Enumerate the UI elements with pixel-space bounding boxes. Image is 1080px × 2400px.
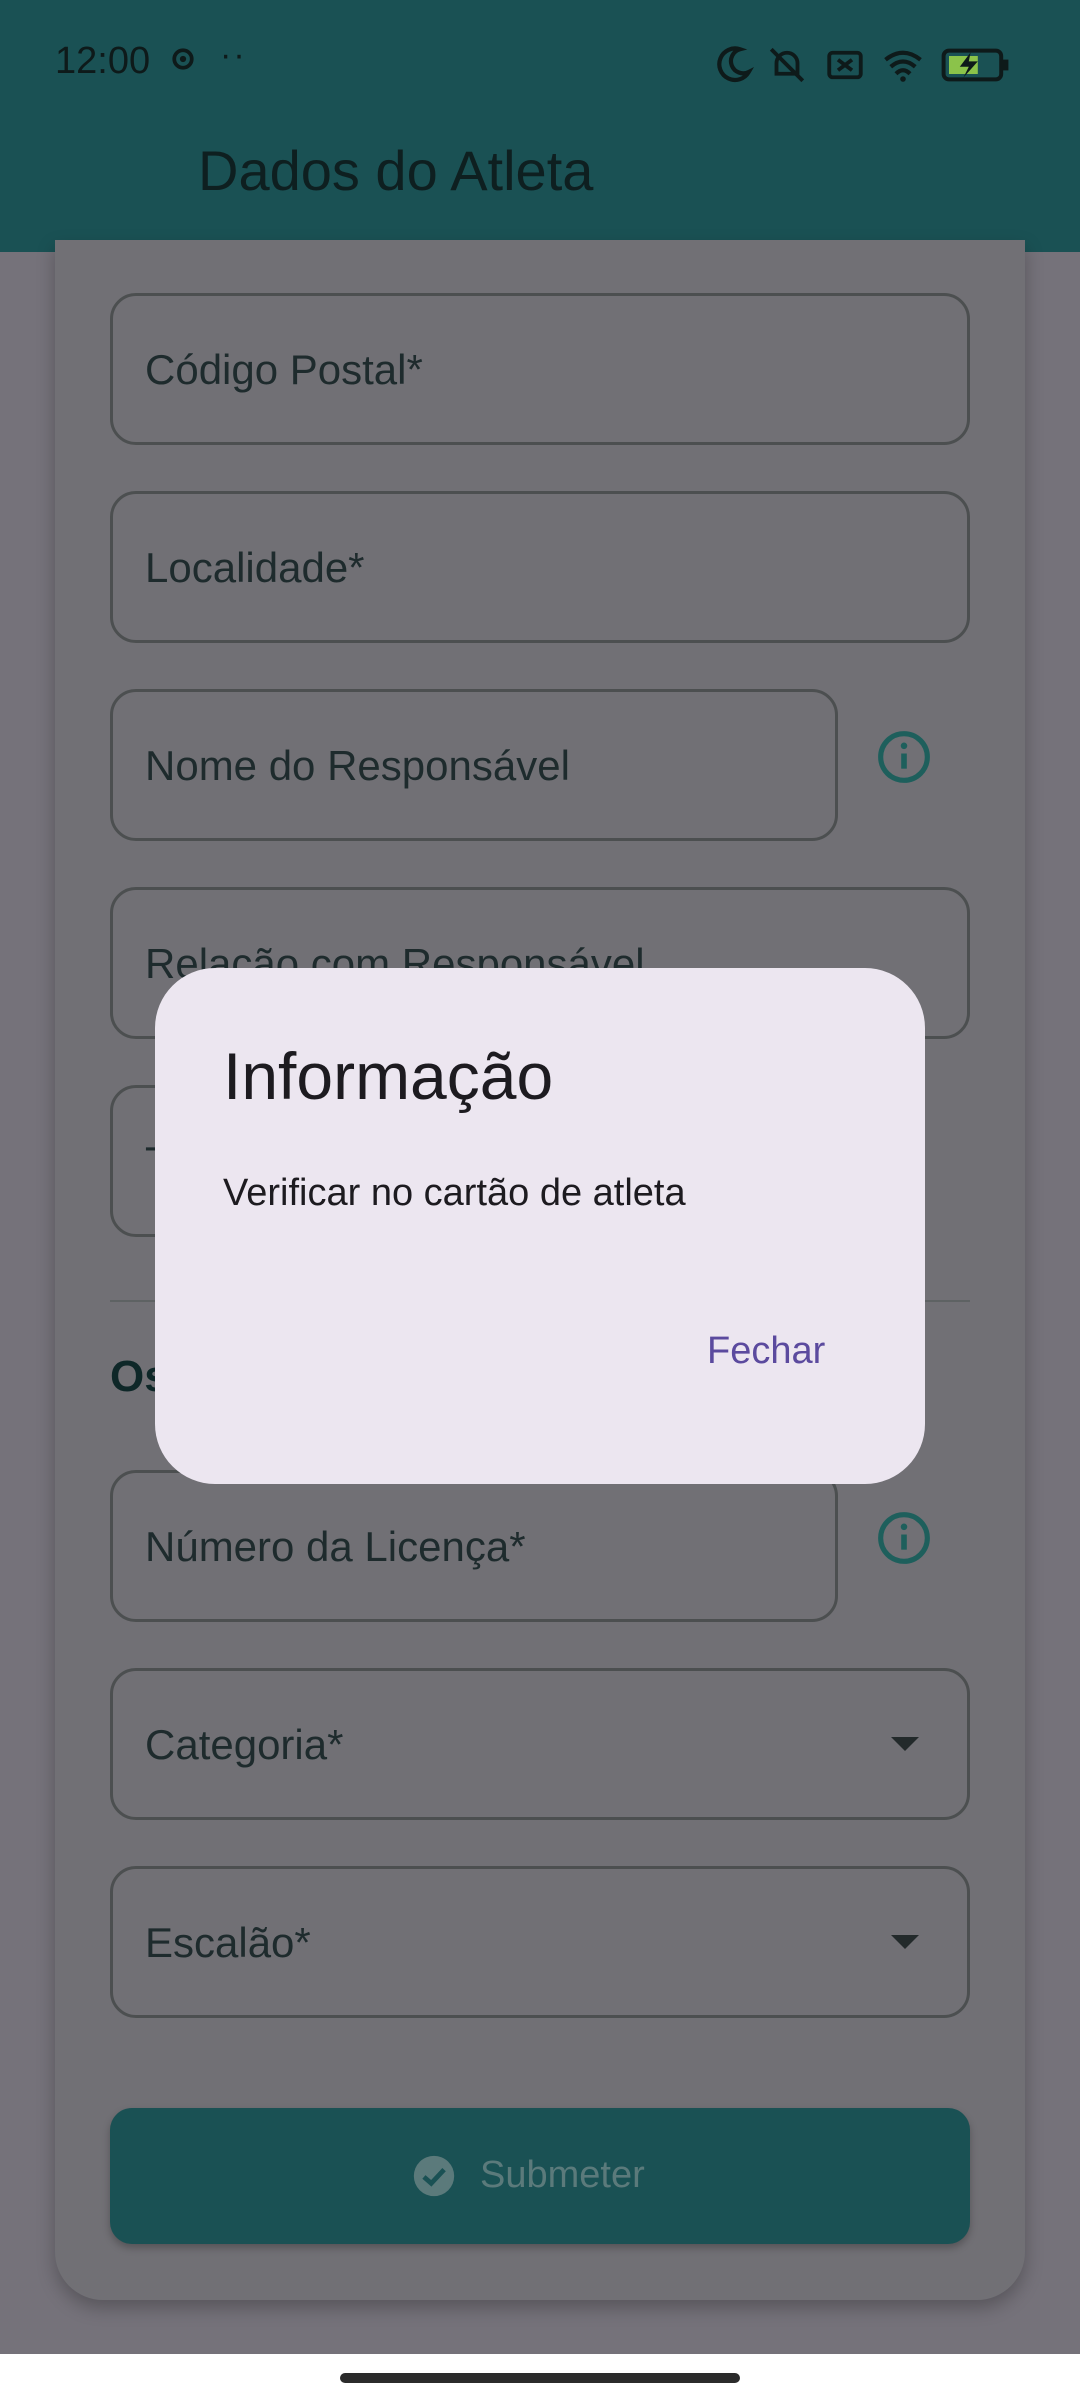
battery-charging-icon — [941, 48, 1009, 82]
status-bar: 12:00 ·· — [0, 0, 1080, 130]
locality-field[interactable]: Localidade* — [110, 491, 970, 643]
category-select[interactable]: Categoria* — [110, 1668, 970, 1820]
tier-label: Escalão* — [145, 1919, 311, 1966]
status-time: 12:00 — [55, 40, 151, 82]
info-icon[interactable] — [876, 729, 932, 785]
close-dialog-button[interactable]: Fechar — [707, 1330, 825, 1373]
category-label: Categoria* — [145, 1721, 344, 1768]
dialog-title: Informação — [223, 1039, 554, 1113]
dialog-message: Verificar no cartão de atleta — [223, 1172, 686, 1214]
moon-icon — [717, 46, 754, 83]
info-dialog: Informação Verificar no cartão de atleta… — [155, 968, 925, 1484]
submit-button[interactable]: Submeter — [110, 2108, 970, 2244]
guardian-name-label: Nome do Responsável — [145, 742, 570, 789]
bell-off-icon — [769, 47, 805, 83]
home-gesture-handle[interactable] — [340, 2373, 740, 2383]
guardian-name-field[interactable]: Nome do Responsável — [110, 689, 838, 841]
postal-code-label: Código Postal* — [145, 346, 423, 393]
no-sim-icon — [827, 50, 863, 80]
page-title: Dados do Atleta — [198, 139, 594, 202]
info-icon[interactable] — [876, 1510, 932, 1566]
license-number-label: Número da Licença* — [145, 1523, 526, 1570]
locality-label: Localidade* — [145, 544, 365, 591]
tier-select[interactable]: Escalão* — [110, 1866, 970, 2018]
status-dots: ·· — [220, 36, 247, 74]
check-circle-icon — [413, 2155, 455, 2197]
chevron-down-icon — [891, 1737, 919, 1751]
wifi-icon — [884, 50, 922, 82]
chevron-down-icon — [891, 1935, 919, 1949]
license-number-field[interactable]: Número da Licença* — [110, 1470, 838, 1622]
postal-code-field[interactable]: Código Postal* — [110, 293, 970, 445]
settings-icon — [172, 48, 194, 70]
submit-label: Submeter — [480, 2154, 645, 2196]
